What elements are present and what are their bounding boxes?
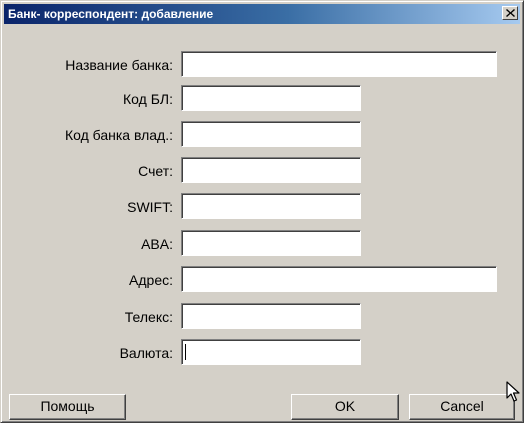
bank-name-field[interactable]	[181, 51, 497, 77]
telex-label: Телекс:	[124, 309, 173, 325]
aba-field[interactable]	[181, 230, 361, 256]
currency-label: Валюта:	[119, 345, 173, 361]
bank-name-label: Название банка:	[65, 57, 173, 73]
title-bar[interactable]: Банк- корреспондент: добавление	[4, 4, 520, 24]
account-label: Счет:	[138, 163, 173, 179]
window-title: Банк- корреспондент: добавление	[8, 7, 214, 21]
owner-bank-code-field[interactable]	[181, 121, 361, 147]
swift-field[interactable]	[181, 193, 361, 219]
close-icon	[506, 9, 515, 17]
code-bl-label: Код БЛ:	[123, 91, 173, 107]
swift-label: SWIFT:	[127, 199, 173, 215]
currency-field[interactable]	[181, 339, 361, 365]
code-bl-field[interactable]	[181, 85, 361, 111]
mouse-pointer-icon	[506, 381, 520, 402]
account-field[interactable]	[181, 157, 361, 183]
dialog-window: Банк- корреспондент: добавление Название…	[0, 0, 524, 423]
text-caret	[185, 344, 186, 360]
ok-button[interactable]: OK	[291, 394, 399, 420]
help-button[interactable]: Помощь	[9, 394, 126, 420]
owner-bank-code-label: Код банка влад.:	[64, 127, 173, 143]
close-button[interactable]	[502, 6, 518, 20]
address-field[interactable]	[181, 266, 497, 292]
cancel-button[interactable]: Cancel	[409, 394, 515, 420]
address-label: Адрес:	[129, 272, 173, 288]
telex-field[interactable]	[181, 303, 361, 329]
aba-label: ABA:	[141, 236, 173, 252]
